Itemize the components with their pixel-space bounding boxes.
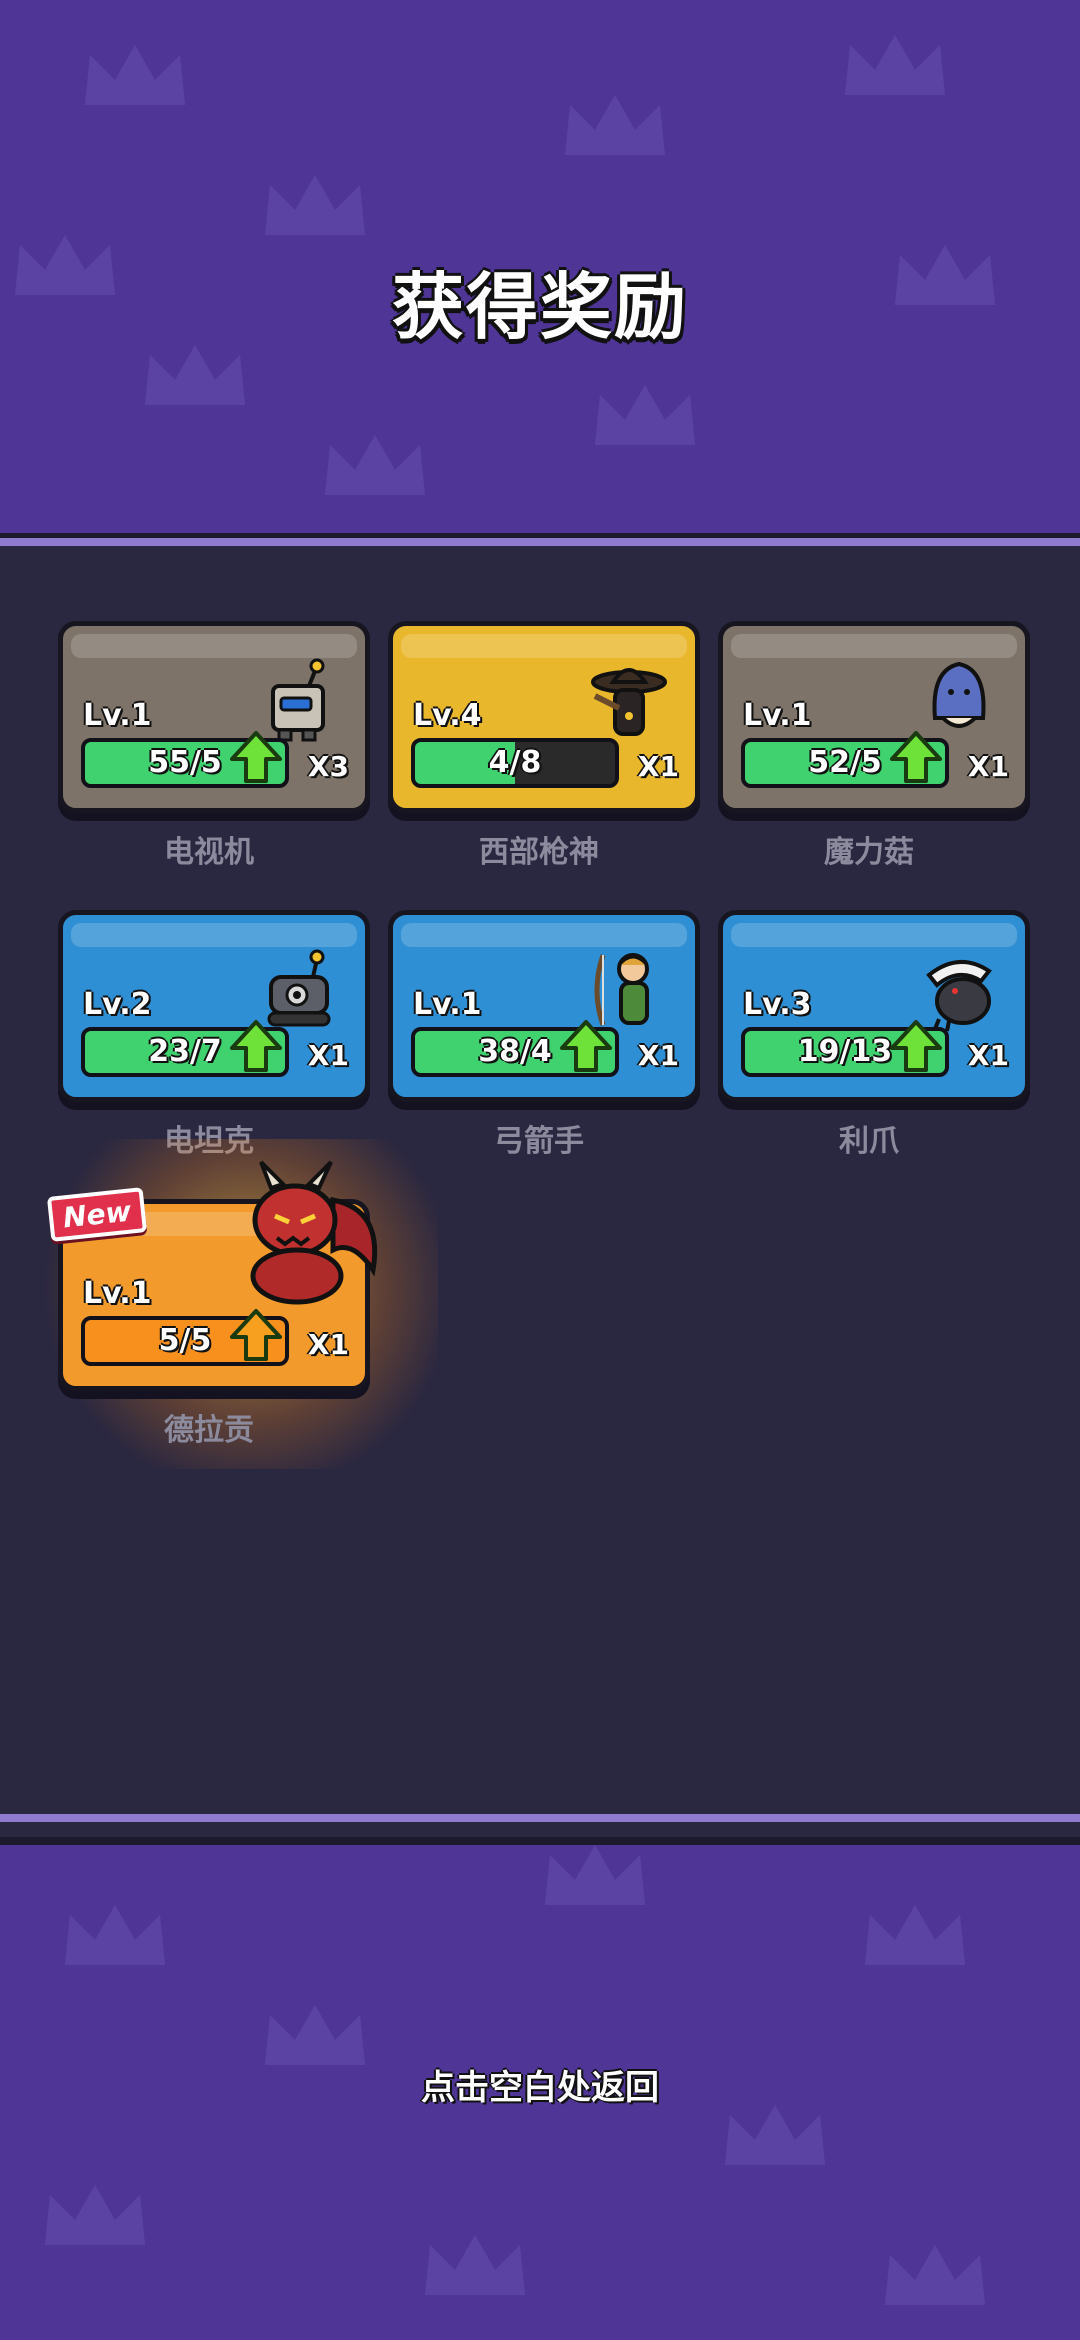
card-level: Lv.1 [83,1276,152,1311]
upgrade-arrow-icon [889,730,943,784]
reward-card[interactable]: Lv.1 38/4 X1 [388,910,700,1102]
red-dragon-icon [223,1160,383,1310]
rewards-panel: Lv.1 55/5 X3 电视机 Lv.4 4/8 X1 西部枪神 Lv.1 52/5 X1 魔力菇 L… [0,533,1080,1845]
crown-icon [265,175,365,235]
progress-bar: 4/8 [411,738,619,788]
reward-count: X1 [967,750,1009,783]
reward-count: X1 [307,1039,349,1072]
card-level: Lv.4 [413,698,482,733]
crown-icon [595,385,695,445]
upgrade-arrow-icon [229,730,283,784]
crown-icon [885,2245,985,2305]
card-level: Lv.1 [413,987,482,1022]
crown-icon [85,45,185,105]
upgrade-arrow-icon [229,1308,283,1362]
card-level: Lv.1 [743,698,812,733]
upgrade-arrow-icon [889,1019,943,1073]
crown-icon [725,2105,825,2165]
reward-card[interactable]: Lv.1 52/5 X1 [718,621,1030,813]
reward-name: 利爪 [839,1124,899,1159]
progress-text: 4/8 [488,745,542,780]
card-highlight [401,634,687,658]
crown-icon [425,2235,525,2295]
tap-to-return-hint[interactable]: 点击空白处返回 [0,2060,1080,2109]
reward-name: 西部枪神 [479,835,599,870]
crown-icon [545,1845,645,1905]
card-level: Lv.3 [743,987,812,1022]
reward-count: X1 [637,750,679,783]
card-highlight [731,634,1017,658]
reward-card[interactable]: Lv.4 4/8 X1 [388,621,700,813]
reward-card[interactable]: Lv.3 19/13 X1 [718,910,1030,1102]
reward-card[interactable]: Lv.2 23/7 X1 [58,910,370,1102]
panel-divider-bottom [0,1814,1080,1822]
card-highlight [71,634,357,658]
reward-count: X3 [307,750,349,783]
reward-count: X1 [307,1328,349,1361]
reward-count: X1 [967,1039,1009,1072]
reward-name: 德拉贡 [164,1413,254,1448]
crown-icon [865,1905,965,1965]
crown-icon [565,95,665,155]
crown-icon [45,2185,145,2245]
card-level: Lv.1 [83,698,152,733]
card-highlight [71,923,357,947]
reward-name: 电视机 [164,835,254,870]
reward-card[interactable]: Lv.1 5/5 X1 New [46,1160,378,1391]
crown-icon [325,435,425,495]
card-highlight [731,923,1017,947]
card-highlight [401,923,687,947]
panel-divider-top [0,538,1080,546]
reward-count: X1 [637,1039,679,1072]
gunslinger-icon [589,656,669,746]
upgrade-arrow-icon [229,1019,283,1073]
reward-name: 魔力菇 [824,835,914,870]
page-title: 获得奖励 [391,265,688,349]
reward-card[interactable]: Lv.1 55/5 X3 [58,621,370,813]
crown-icon [65,1905,165,1965]
upgrade-arrow-icon [559,1019,613,1073]
card-level: Lv.2 [83,987,152,1022]
rewards-grid: Lv.1 55/5 X3 电视机 Lv.4 4/8 X1 西部枪神 Lv.1 52/5 X1 魔力菇 L… [0,541,1080,1837]
crown-icon [845,35,945,95]
